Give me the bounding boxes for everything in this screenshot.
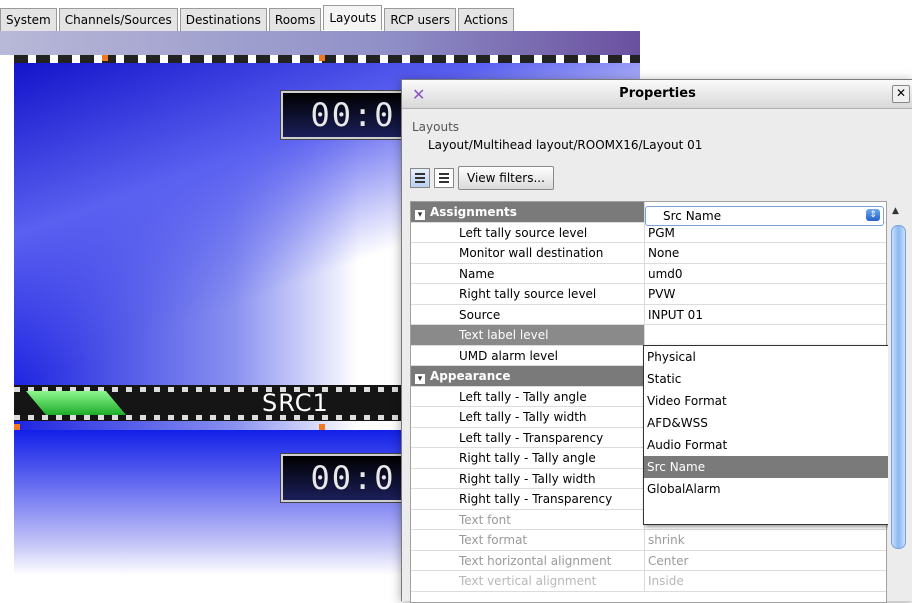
dropdown-option[interactable]: Static: [644, 368, 888, 390]
resize-handle[interactable]: [14, 424, 20, 430]
resize-handle[interactable]: [319, 55, 325, 61]
dropdown-option[interactable]: GlobalAlarm: [644, 478, 888, 500]
chevron-up-down-icon[interactable]: ⇕: [866, 209, 880, 221]
collapse-icon[interactable]: ▾: [415, 210, 425, 220]
tab-channels-sources[interactable]: Channels/Sources: [58, 8, 178, 31]
dropdown-option[interactable]: Physical: [644, 346, 888, 368]
scroll-up-icon[interactable]: ▲: [892, 206, 899, 216]
select-value: Src Name: [663, 209, 722, 223]
resize-handle[interactable]: [319, 424, 325, 430]
dropdown-option-selected[interactable]: Src Name: [644, 456, 888, 478]
text-label-level-select[interactable]: Src Name ⇕: [645, 206, 884, 226]
dropdown-option[interactable]: Audio Format: [644, 434, 888, 456]
tab-actions[interactable]: Actions: [458, 8, 514, 31]
close-icon[interactable]: ✕: [892, 85, 910, 103]
tab-system[interactable]: System: [0, 8, 57, 31]
scrollbar-thumb[interactable]: [891, 225, 906, 549]
main-tab-bar: System Channels/Sources Destinations Roo…: [0, 5, 516, 32]
property-row[interactable]: Name umd0: [411, 263, 886, 284]
property-row[interactable]: Right tally source level PVW: [411, 284, 886, 305]
breadcrumb-label: Layouts: [412, 120, 460, 134]
list-view-icon[interactable]: [434, 168, 454, 188]
dialog-title: Properties: [619, 86, 696, 101]
left-tally-indicator: [25, 391, 127, 415]
categorized-view-icon[interactable]: [410, 168, 430, 188]
umd-source-label: SRC1: [262, 389, 329, 417]
tab-rooms[interactable]: Rooms: [268, 8, 322, 31]
tab-destinations[interactable]: Destinations: [179, 8, 267, 31]
dropdown-option[interactable]: AFD&WSS: [644, 412, 888, 434]
property-row-selected[interactable]: Text label level: [411, 325, 886, 346]
dialog-title-bar[interactable]: ✕ Properties ✕: [402, 80, 912, 109]
tab-layouts[interactable]: Layouts: [323, 5, 383, 30]
text-label-level-dropdown: Physical Static Video Format AFD&WSS Aud…: [643, 345, 889, 525]
layout-toolbar-strip: [0, 31, 640, 55]
view-filters-button[interactable]: View filters...: [458, 166, 554, 190]
properties-dialog: ✕ Properties ✕ Layouts Layout/Multihead …: [401, 79, 912, 603]
vertical-scrollbar[interactable]: ▲: [888, 203, 908, 601]
property-row[interactable]: Text format shrink: [411, 530, 886, 551]
collapse-icon[interactable]: ▾: [415, 374, 425, 384]
property-row[interactable]: Text vertical alignment Inside: [411, 571, 886, 592]
resize-handle[interactable]: [102, 55, 108, 61]
property-row[interactable]: Text horizontal alignment Center: [411, 550, 886, 571]
dropdown-option[interactable]: Video Format: [644, 390, 888, 412]
tab-rcp-users[interactable]: RCP users: [384, 8, 456, 31]
properties-toolbar: View filters...: [410, 166, 554, 190]
breadcrumb-path: Layout/Multihead layout/ROOMX16/Layout 0…: [428, 138, 703, 152]
property-row[interactable]: Monitor wall destination None: [411, 243, 886, 264]
property-row[interactable]: Source INPUT 01: [411, 304, 886, 325]
